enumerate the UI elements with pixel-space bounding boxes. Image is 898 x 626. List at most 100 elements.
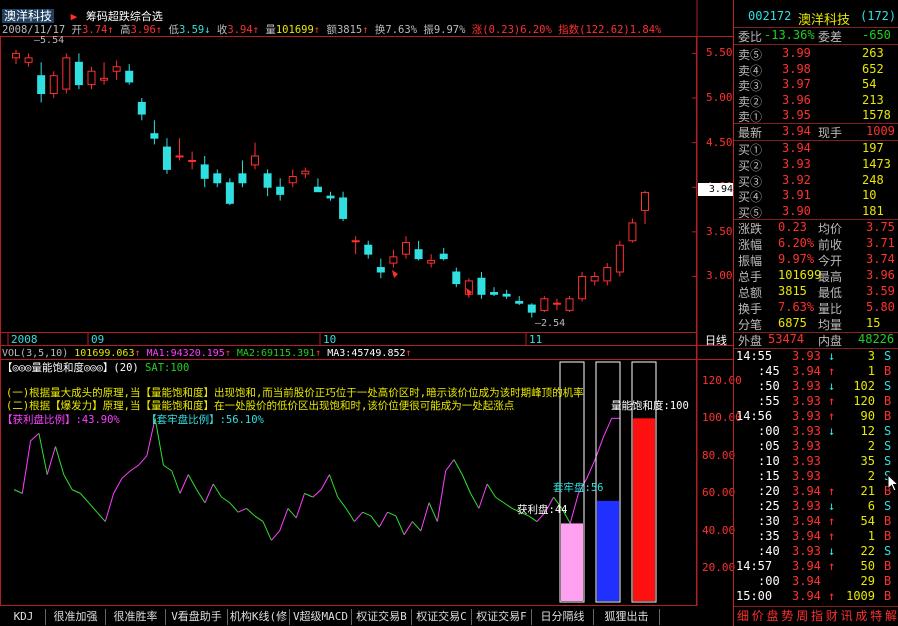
chart-canvas[interactable] — [0, 0, 733, 626]
cursor-icon — [887, 474, 898, 492]
price-tick: 3.00 — [706, 269, 733, 283]
candle-body — [401, 242, 410, 255]
panel-tab[interactable]: 价 — [752, 607, 764, 624]
indicator-segment — [229, 502, 239, 513]
candle-body — [24, 57, 33, 63]
indicator-segment — [312, 489, 322, 498]
low-value: 3.59 — [178, 24, 205, 36]
panel-tab[interactable]: 指 — [811, 607, 823, 624]
period-label[interactable]: 日线 — [705, 334, 727, 348]
indicator-segment — [171, 470, 181, 494]
indicator-tab[interactable]: 很准胜率 — [106, 609, 166, 625]
indicator-tab[interactable]: V超级MACD — [290, 609, 352, 625]
chart-frame — [0, 36, 697, 606]
indicator-tab[interactable]: 机构K线(修 — [228, 609, 290, 625]
stat-value-2: 3.59 — [866, 284, 895, 298]
buy-row: 买④ 3.91 10 — [734, 187, 898, 204]
indicator-title-line: 【◎◎◎量能饱和度◎◎◎】(20) SAT:100 — [2, 361, 189, 375]
stat-value: 0.23 — [778, 220, 807, 234]
tick-time: :10 — [758, 454, 780, 468]
buy-price: 3.93 — [782, 156, 811, 171]
indicator-segment — [403, 521, 413, 535]
buy-row: 买② 3.93 1473 — [734, 156, 898, 173]
month-label: 09 — [91, 333, 105, 346]
panel-tab[interactable]: 周 — [796, 607, 808, 624]
candle-body — [37, 75, 46, 95]
indicator-segment — [254, 515, 264, 522]
tick-price: 3.93 — [792, 544, 821, 558]
tick-arrow: ↓ — [828, 349, 836, 363]
indicator-segment — [436, 470, 447, 522]
tick-price: 3.94 — [792, 529, 821, 543]
indicator-segment — [121, 470, 131, 479]
panel-tab[interactable]: 讯 — [841, 607, 853, 624]
tick-time: :15 — [758, 469, 780, 483]
candle-body — [125, 70, 134, 83]
indicator-tab[interactable]: 狐狸出击 — [594, 609, 660, 625]
panel-tab[interactable]: 盘 — [767, 607, 779, 624]
tick-arrow: ↑ — [828, 589, 836, 603]
sell-row: 卖① 3.95 1578 — [734, 107, 898, 124]
panel-tab[interactable]: 财 — [826, 607, 838, 624]
tick-price: 3.94 — [792, 484, 821, 498]
index-label: 指数 — [558, 24, 580, 36]
trap-ratio-value: :56.10% — [219, 414, 264, 426]
candle-body — [263, 173, 272, 188]
indicator-values-line: 【获利盘比例】:43.90% 【套牢盘比例】:56.10% — [2, 413, 264, 427]
tick-flag: B — [884, 589, 892, 603]
buy-price: 3.91 — [782, 188, 811, 203]
stat-row: 总额 3815 最低 3.59 — [734, 283, 898, 300]
panel-tab[interactable]: 细 — [737, 607, 749, 624]
high-label: 高 — [120, 24, 131, 36]
tick-volume: 90 — [860, 409, 875, 423]
trade-tick-row: :00 3.94 29 B — [734, 574, 898, 590]
panel-tab[interactable]: 成 — [855, 607, 867, 624]
indicator-tab[interactable]: V看盘助手 — [166, 609, 228, 625]
tick-price: 3.93 — [792, 469, 821, 483]
indicator-note-2: (二)根据【爆发力】原理,当【量能饱和度】在一处股价的低价区出现饱和时,该价位便… — [6, 400, 515, 412]
candle-body — [439, 253, 448, 260]
stat-row: 换手 7.63% 量比 5.80 — [734, 299, 898, 316]
panel-tab[interactable]: 势 — [781, 607, 793, 624]
indicator-tab[interactable]: KDJ — [2, 609, 46, 625]
stock-rank: (172) — [860, 9, 897, 23]
tick-arrow: ↑ — [828, 364, 836, 378]
trade-tick-row: :50 3.93 ↓ 102 S — [734, 379, 898, 395]
indicator-tab[interactable]: 日分隔线 — [532, 609, 594, 625]
indicator-segment — [445, 459, 455, 472]
indicator-tab[interactable]: 很准加强 — [46, 609, 106, 625]
indicator-segment — [55, 446, 65, 475]
trade-tick-row: 14:56 3.93 ↑ 90 B — [734, 409, 898, 425]
indicator-segment — [187, 474, 198, 490]
indicator-tab[interactable]: 权证交易B — [352, 609, 412, 625]
indicator-segment — [221, 496, 231, 504]
vol-current: 101699.063 — [74, 348, 135, 359]
formula-name[interactable]: 筹码超跌综合选 — [86, 10, 163, 23]
indicator-note-1: (一)根据量大成头的原理,当【量能饱和度】出现饱和,而当前股价正巧位于一处高价区… — [6, 387, 584, 399]
candle-body — [62, 57, 71, 90]
stat-row: 振幅 9.97% 今开 3.74 — [734, 251, 898, 268]
indicator-segment — [295, 493, 306, 518]
candle-body — [527, 304, 536, 313]
indicator-tab[interactable]: 权证交易F — [472, 609, 532, 625]
stat-value-2: 3.96 — [866, 268, 895, 282]
indicator-segment — [486, 483, 496, 498]
candle-body — [313, 186, 322, 193]
panel-tab[interactable]: 解 — [885, 607, 897, 624]
main-chart-area[interactable]: 澳洋科技 ▶ 筹码超跌综合选 2008/11/17 开3.74↑ 高3.96↑ … — [0, 0, 742, 626]
indicator-segment — [602, 418, 613, 438]
high-value: 3.96 — [130, 24, 156, 36]
candle-body — [565, 298, 574, 311]
indicator-tab[interactable]: 权证交易C — [412, 609, 472, 625]
stat-row: 涨跌 0.23 均价 3.75 — [734, 219, 898, 236]
candle-body — [225, 182, 234, 204]
tick-volume: 1 — [867, 529, 875, 543]
tick-flag: S — [884, 439, 892, 453]
tick-arrow: ↑ — [828, 484, 836, 498]
tick-arrow: ↑ — [828, 409, 836, 423]
webi-value: -13.36% — [764, 28, 815, 42]
tick-volume: 1 — [867, 364, 875, 378]
panel-tab[interactable]: 特 — [870, 607, 882, 624]
tick-time: :40 — [758, 544, 780, 558]
tick-volume: 3 — [867, 349, 875, 363]
